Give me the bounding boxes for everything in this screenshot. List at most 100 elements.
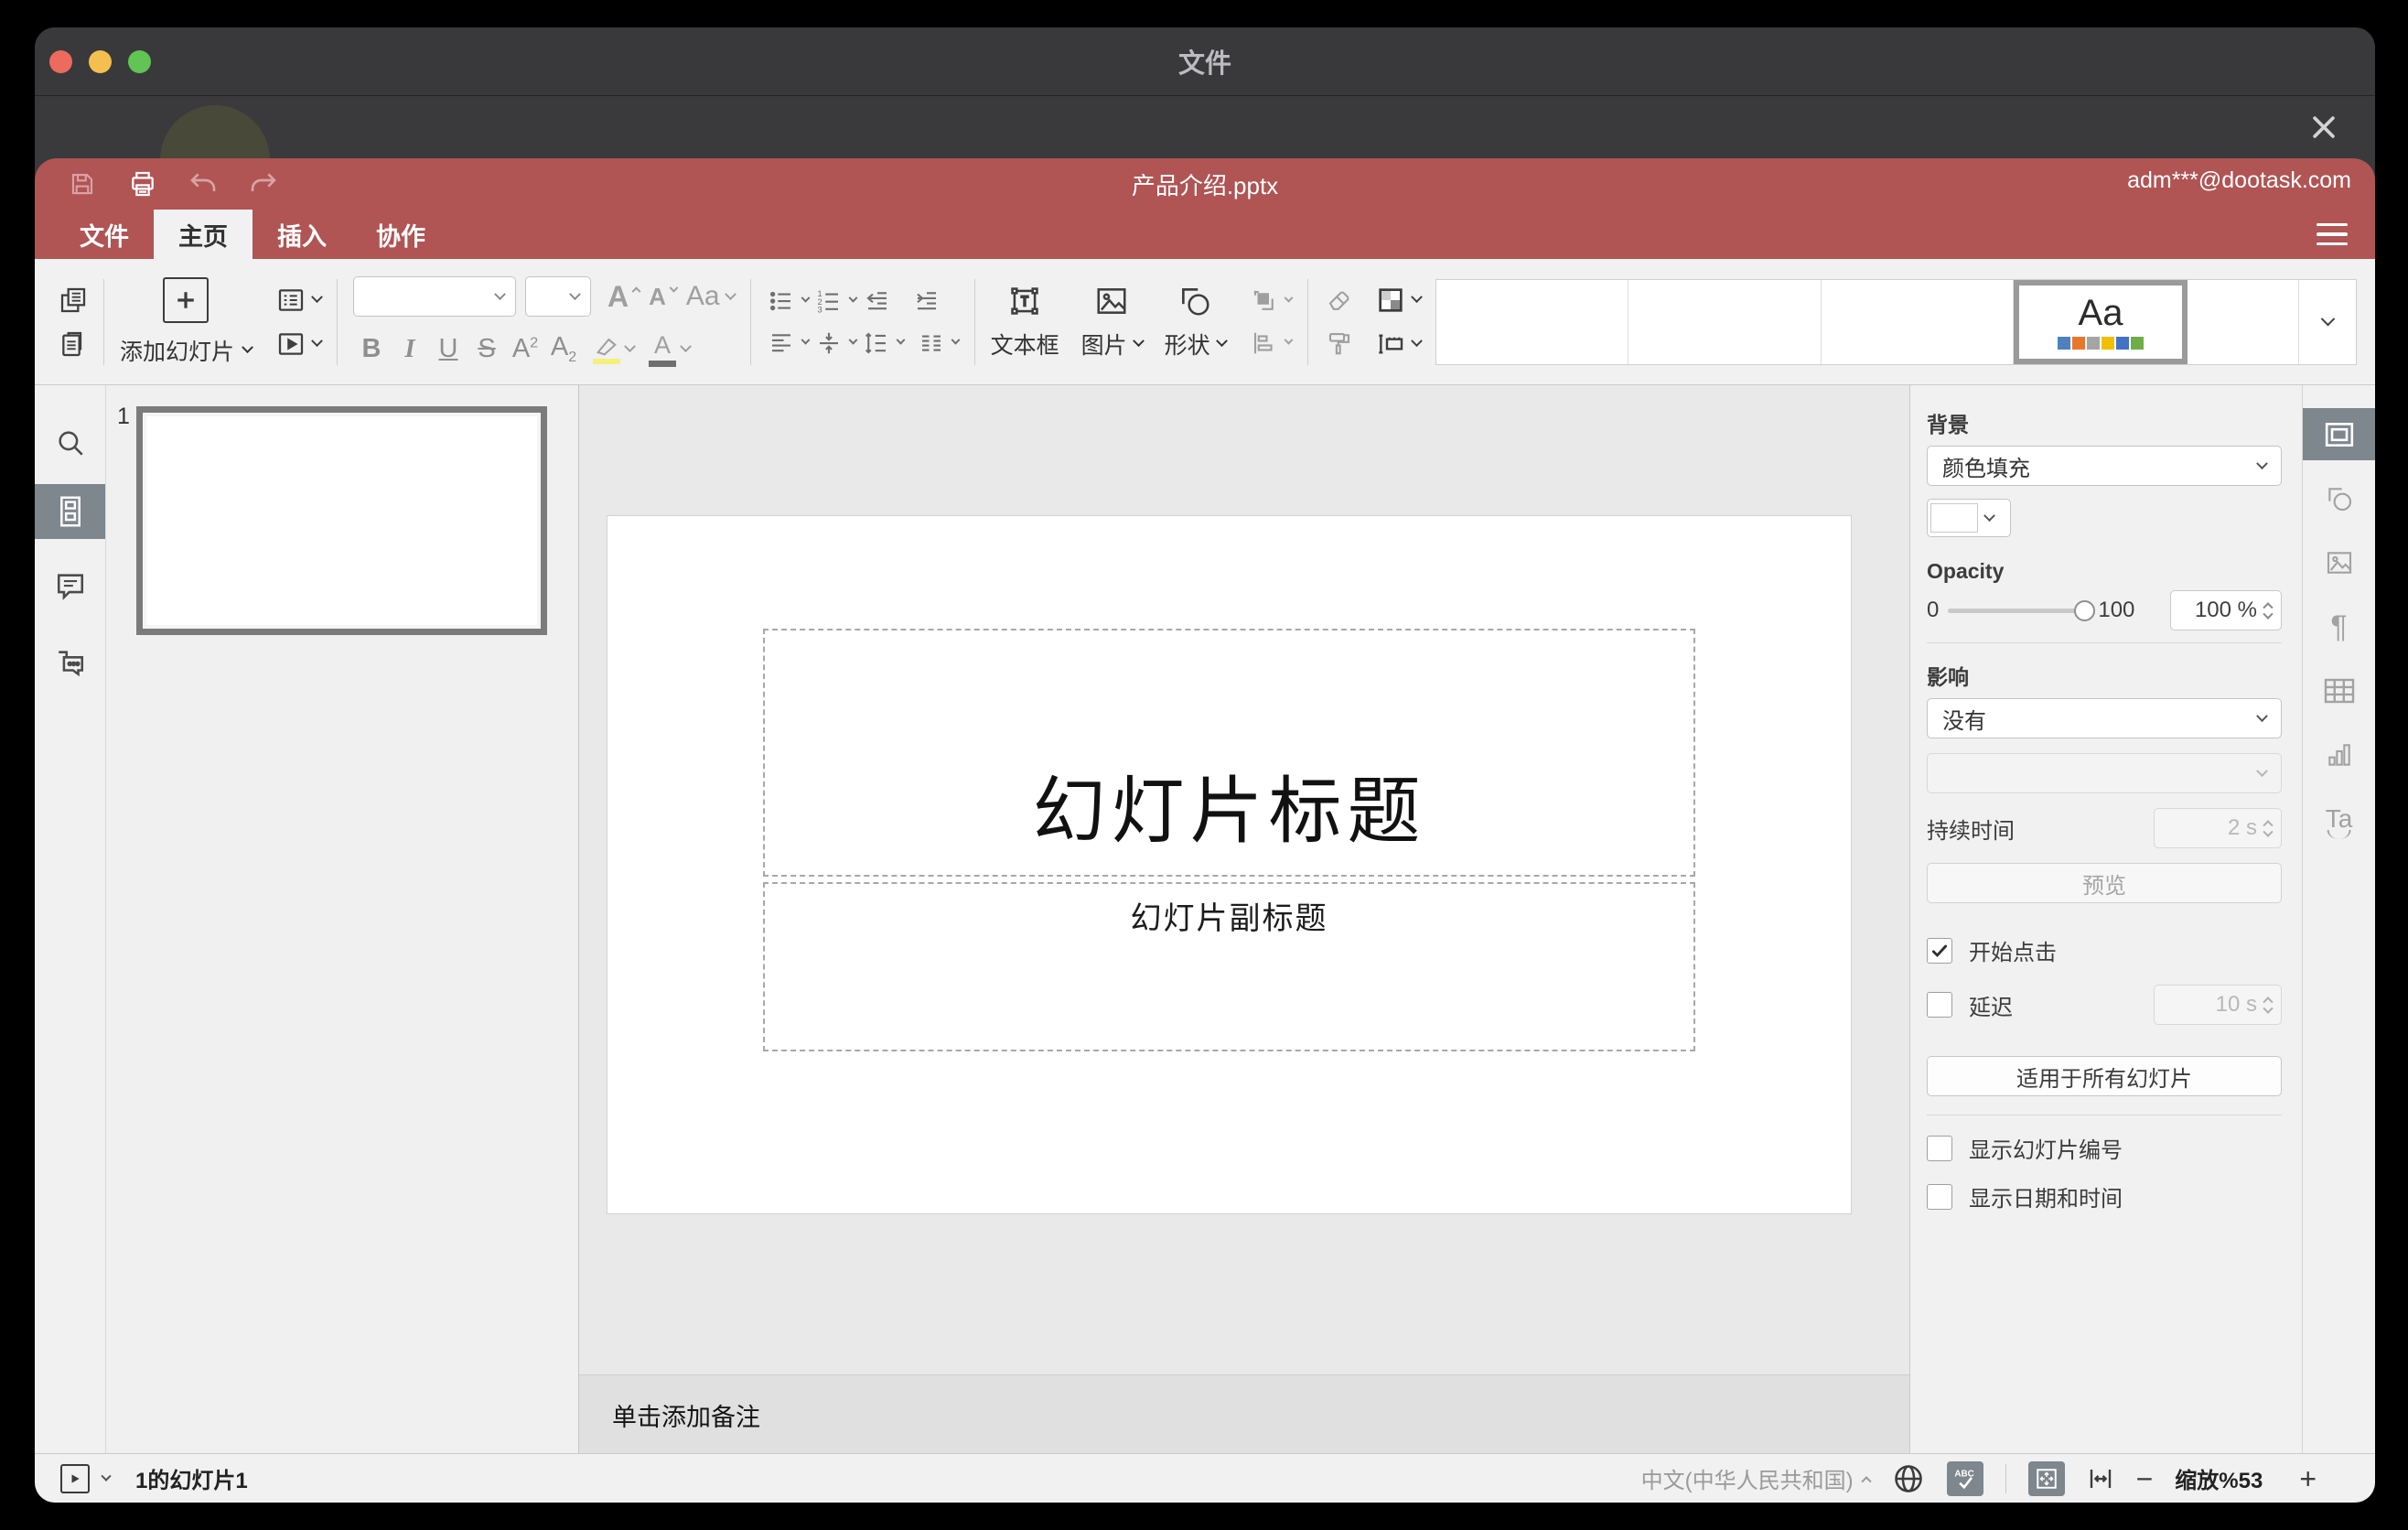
theme-option[interactable] <box>2188 279 2300 364</box>
status-bar-separator <box>2005 1463 2006 1493</box>
slideshow-options-chevron-icon[interactable] <box>101 1471 112 1482</box>
opacity-slider-thumb[interactable] <box>2074 599 2096 621</box>
subscript-button[interactable]: A2 <box>545 332 582 366</box>
chart-settings-icon[interactable] <box>2303 728 2375 781</box>
theme-option[interactable] <box>1436 279 1629 364</box>
slide-canvas[interactable]: 幻灯片标题 幻灯片副标题 <box>579 385 1909 1374</box>
paste-icon[interactable] <box>59 329 88 359</box>
shape-settings-icon[interactable] <box>2303 472 2375 524</box>
image-settings-icon[interactable] <box>2303 536 2375 588</box>
apply-to-all-button[interactable]: 适用于所有幻灯片 <box>1927 1056 2282 1096</box>
arrange-group <box>1250 287 1294 357</box>
font-color-icon[interactable]: A <box>649 331 677 367</box>
opacity-value-spinner[interactable]: 100 % <box>2170 590 2282 630</box>
show-slide-number-checkbox[interactable] <box>1927 1135 1952 1161</box>
comments-icon[interactable] <box>35 559 105 612</box>
zoom-in-icon[interactable]: + <box>2299 1464 2317 1493</box>
underline-button[interactable]: U <box>430 334 467 364</box>
delay-checkbox[interactable] <box>1927 992 1952 1018</box>
background-fill-select[interactable]: 颜色填充 <box>1927 446 2282 486</box>
numbered-list-icon[interactable]: 123 <box>814 287 858 315</box>
tab-file[interactable]: 文件 <box>55 210 154 259</box>
shape-icon[interactable] <box>1177 284 1213 318</box>
paragraph-settings-icon[interactable]: ¶ <box>2303 600 2375 652</box>
zoom-out-icon[interactable]: − <box>2136 1464 2154 1493</box>
start-on-click-checkbox[interactable] <box>1927 937 1952 964</box>
decrease-font-icon[interactable]: A <box>649 283 679 311</box>
document-language-icon[interactable] <box>1892 1462 1925 1495</box>
font-name-select[interactable] <box>353 276 517 317</box>
delay-spinner[interactable]: 10 s <box>2154 985 2282 1025</box>
language-selector[interactable]: 中文(中华人民共和国) <box>1641 1462 1872 1494</box>
show-date-time-label: 显示日期和时间 <box>1969 1187 2123 1212</box>
slide-surface[interactable]: 幻灯片标题 幻灯片副标题 <box>607 516 1851 1213</box>
tab-home[interactable]: 主页 <box>154 210 253 259</box>
color-scheme-icon[interactable] <box>1375 286 1423 315</box>
bold-button[interactable]: B <box>353 334 390 364</box>
start-slideshow-status-icon[interactable] <box>60 1463 90 1493</box>
align-shape-icon[interactable] <box>1250 329 1294 357</box>
effect-label: 影响 <box>1927 665 1969 689</box>
text-art-settings-icon[interactable]: Ta <box>2303 792 2375 845</box>
theme-option[interactable] <box>1629 279 1822 364</box>
theme-gallery-expand-icon[interactable] <box>2299 280 2356 364</box>
strikethrough-button[interactable]: S <box>468 334 505 364</box>
shape-label[interactable]: 形状 <box>1165 328 1228 361</box>
spell-check-icon[interactable]: ABC <box>1946 1460 1983 1496</box>
increase-font-icon[interactable]: A <box>607 280 641 314</box>
theme-option[interactable] <box>1822 279 2015 364</box>
vertical-align-icon[interactable] <box>814 329 858 357</box>
table-settings-icon[interactable] <box>2303 664 2375 717</box>
add-slide-label[interactable]: 添加幻灯片 <box>120 334 253 367</box>
columns-icon[interactable] <box>917 329 961 357</box>
font-size-select[interactable] <box>525 276 592 317</box>
title-placeholder[interactable]: 幻灯片标题 <box>763 629 1695 877</box>
eraser-icon[interactable] <box>1324 287 1355 315</box>
opacity-slider[interactable] <box>1948 599 2096 621</box>
copy-style-icon[interactable] <box>1324 329 1355 357</box>
text-box-label[interactable]: 文本框 <box>991 328 1059 361</box>
chat-icon[interactable] <box>35 636 105 689</box>
subtitle-placeholder[interactable]: 幻灯片副标题 <box>763 882 1695 1051</box>
search-icon[interactable] <box>35 416 105 469</box>
tab-insert[interactable]: 插入 <box>253 210 351 259</box>
duration-spinner[interactable]: 2 s <box>2154 808 2282 848</box>
paragraph-group: 123 <box>767 287 961 357</box>
decrease-indent-icon[interactable] <box>862 287 893 315</box>
menu-icon[interactable] <box>2317 221 2348 248</box>
fit-width-icon[interactable] <box>2087 1465 2114 1492</box>
line-spacing-icon[interactable] <box>862 329 906 357</box>
slide-settings-icon[interactable] <box>2303 408 2375 460</box>
slide-thumbnails-panel: 1 <box>106 385 579 1453</box>
fit-slide-icon[interactable] <box>2027 1460 2065 1496</box>
slide-size-icon[interactable] <box>1375 329 1423 359</box>
start-slideshow-icon[interactable] <box>275 329 323 359</box>
notes-area[interactable]: 单击添加备注 <box>579 1374 1909 1453</box>
effect-type-select[interactable] <box>1927 753 2282 793</box>
change-case-icon[interactable]: Aa <box>686 281 736 312</box>
text-box-icon[interactable] <box>1007 284 1042 318</box>
background-color-picker[interactable] <box>1927 499 2011 537</box>
image-label[interactable]: 图片 <box>1081 328 1145 361</box>
highlight-color-icon[interactable] <box>593 335 621 364</box>
italic-button[interactable]: I <box>392 334 428 364</box>
tab-collaboration[interactable]: 协作 <box>351 210 450 259</box>
preview-button[interactable]: 预览 <box>1927 863 2282 903</box>
arrange-shape-icon[interactable] <box>1250 287 1294 315</box>
image-icon[interactable] <box>1093 284 1130 318</box>
slides-panel-icon[interactable] <box>35 484 105 539</box>
superscript-button[interactable]: A2 <box>507 334 543 364</box>
effect-select[interactable]: 没有 <box>1927 698 2282 738</box>
horizontal-align-icon[interactable] <box>767 329 811 357</box>
increase-indent-icon[interactable] <box>911 287 942 315</box>
theme-option-selected[interactable]: Aa <box>2014 279 2188 364</box>
bullet-list-icon[interactable] <box>767 287 811 315</box>
show-date-time-checkbox[interactable] <box>1927 1183 1952 1210</box>
close-icon[interactable] <box>2306 109 2342 145</box>
delay-row: 延迟 10 s <box>1927 985 2282 1025</box>
slide-layout-icon[interactable] <box>275 286 323 315</box>
copy-icon[interactable] <box>59 286 88 315</box>
add-slide-button[interactable] <box>163 276 209 323</box>
slide-thumbnail[interactable] <box>136 406 547 635</box>
left-toolbar <box>35 385 106 1453</box>
